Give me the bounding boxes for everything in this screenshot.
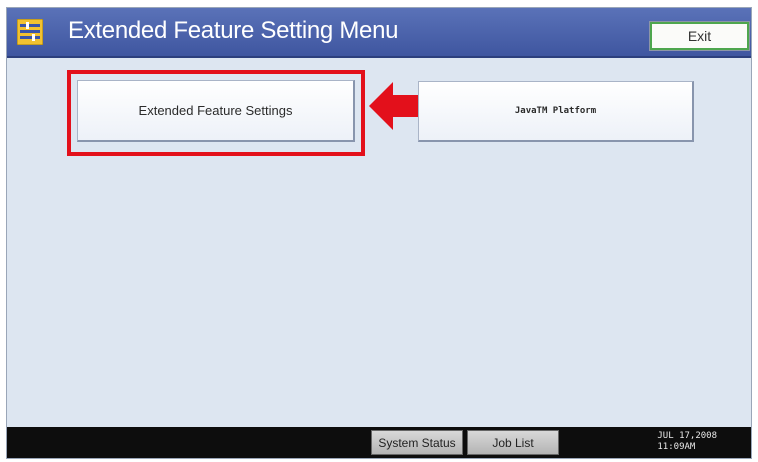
menu-settings-icon (17, 19, 43, 45)
java-platform-label: JavaTM Platform (514, 106, 597, 116)
extended-feature-settings-button[interactable]: Extended Feature Settings (77, 80, 355, 142)
java-platform-button[interactable]: JavaTM Platform (418, 81, 694, 142)
datetime: JUL 17,2008 11:09AM (657, 431, 717, 453)
extended-feature-settings-label: Extended Feature Settings (138, 103, 293, 118)
left-arrow-icon (369, 82, 421, 130)
screen: Extended Feature Setting Menu Exit Exten… (6, 7, 752, 459)
status-bar: System Status Job List JUL 17,2008 11:09… (7, 427, 751, 458)
job-list-button[interactable]: Job List (467, 430, 559, 455)
exit-button[interactable]: Exit (649, 21, 750, 51)
system-status-button[interactable]: System Status (371, 430, 463, 455)
date-text: JUL 17,2008 (657, 431, 717, 441)
time-text: 11:09AM (657, 442, 696, 452)
title-bar: Extended Feature Setting Menu Exit (7, 8, 751, 58)
page-title: Extended Feature Setting Menu (68, 17, 399, 44)
